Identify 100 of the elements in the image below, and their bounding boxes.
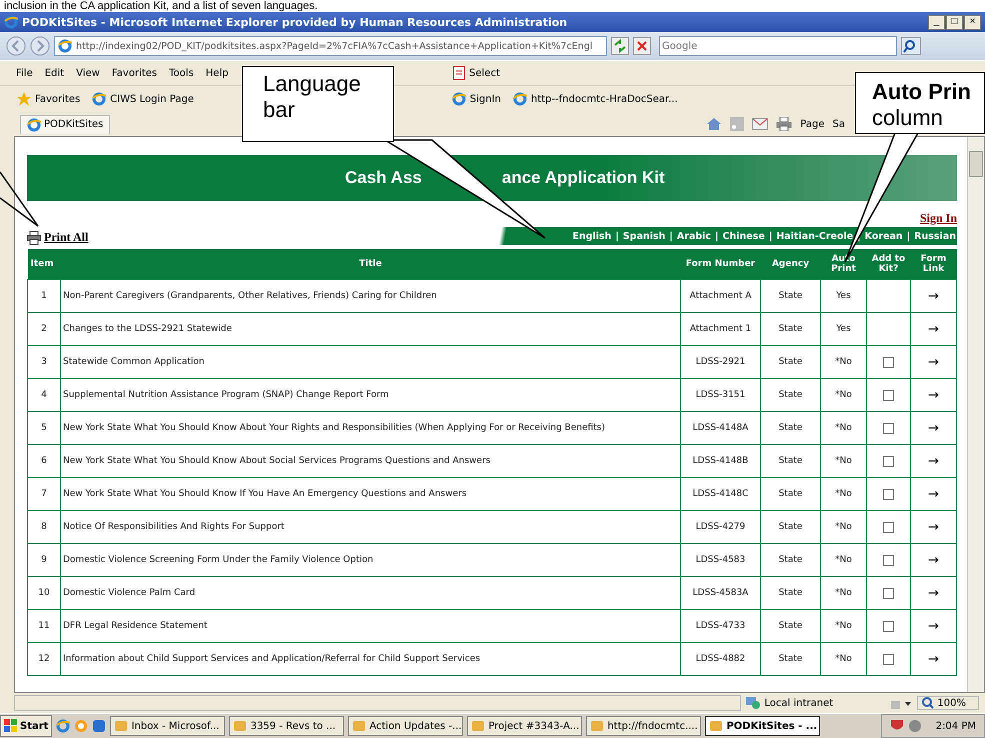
menu-item[interactable]: View [76, 68, 100, 78]
form-link[interactable]: → [928, 486, 939, 502]
table-cell: Information about Child Support Services and Application/Referral for Child Support Services [60, 642, 680, 676]
checkbox[interactable] [883, 356, 894, 368]
taskbar-button[interactable]: 3359 - Revs to ... [229, 716, 344, 736]
page-heading: ance Application Kit [502, 168, 665, 188]
table-cell: 2 [28, 312, 60, 346]
checkbox[interactable] [883, 390, 894, 400]
column-header: Title [60, 249, 680, 280]
checkbox[interactable] [883, 456, 894, 466]
menu-item[interactable]: Favorites [112, 68, 158, 78]
table-cell: *No [820, 346, 866, 378]
back-icon[interactable] [6, 36, 26, 56]
print-all-link[interactable]: Print All [27, 230, 88, 245]
refresh-icon[interactable] [611, 37, 629, 55]
home-icon[interactable] [706, 117, 722, 131]
table-cell: LDSS-4148C [680, 478, 760, 510]
table-cell: Non-Parent Caregivers (Grandparents, Other Relatives, Friends) Caring for Children [60, 280, 680, 312]
table-cell: Changes to the LDSS-2921 Statewide [60, 312, 680, 346]
table-cell: State [760, 610, 820, 642]
app-icon[interactable] [92, 719, 106, 733]
forward-icon[interactable] [30, 36, 50, 56]
form-link[interactable]: → [928, 454, 939, 468]
table-cell: State [760, 478, 820, 510]
form-link[interactable]: → [928, 354, 939, 370]
table-cell: Yes [820, 312, 866, 346]
table-cell: DFR Legal Residence Statement [60, 610, 680, 642]
language-link[interactable]: Spanish [622, 230, 666, 242]
scrollbar[interactable] [967, 137, 984, 692]
search-field[interactable]: Google [659, 36, 897, 56]
menu-item[interactable]: Help [206, 68, 228, 78]
language-link[interactable]: Russian [914, 230, 956, 242]
command-menu[interactable]: Page [800, 118, 825, 130]
table-cell: Statewide Common Application [60, 346, 680, 378]
column-header: Agency [760, 249, 820, 280]
table-cell: LDSS-2921 [680, 346, 760, 378]
window-control-button[interactable]: × [964, 14, 981, 30]
table-cell: State [760, 312, 820, 346]
table-cell: Domestic Violence Palm Card [60, 576, 680, 610]
form-link[interactable]: → [928, 388, 939, 402]
table-cell: Attachment A [680, 280, 760, 312]
menu-item[interactable]: Tools [169, 68, 194, 78]
table-cell: State [760, 510, 820, 544]
address-field[interactable]: http://indexing02/POD_KIT/podkitsites.aspx?PageId=2%7cFIA%7cCash+Assistance+Application+Kit%7cEngl [54, 36, 607, 56]
taskbar-button[interactable]: Action Updates -... [348, 716, 464, 736]
form-link[interactable]: → [928, 420, 939, 436]
zoom-button[interactable]: 100% [917, 696, 979, 710]
table-cell: *No [820, 412, 866, 444]
table-cell: 11 [28, 610, 60, 642]
checkbox[interactable] [883, 620, 894, 632]
app-icon [233, 719, 248, 733]
form-link[interactable]: → [928, 652, 939, 666]
browser-icon [4, 15, 18, 29]
table-cell: LDSS-4148A [680, 412, 760, 444]
checkbox[interactable] [883, 654, 894, 664]
form-link[interactable]: → [928, 552, 939, 568]
scroll-thumb[interactable] [969, 151, 983, 177]
form-link[interactable]: → [928, 322, 939, 336]
form-link[interactable]: → [928, 520, 939, 534]
favorite-link[interactable]: CIWS Login Page [89, 92, 197, 106]
caption-text: inclusion in the CA application Kit, and a list of seven languages. [0, 0, 985, 12]
menu-item[interactable]: File [16, 68, 33, 78]
checkbox[interactable] [883, 588, 894, 598]
magnifier-icon [922, 697, 934, 709]
close-icon[interactable] [633, 37, 651, 55]
table-cell: New York State What You Should Know About Your Rights and Responsibilities (When Applying For or Receiving Benefits) [60, 412, 680, 444]
language-link[interactable]: Haitian-Creole [776, 230, 854, 242]
window-control-button[interactable]: _ [928, 14, 945, 30]
start-button[interactable]: Start [0, 715, 52, 737]
select-button[interactable]: Select [450, 66, 503, 80]
checkbox[interactable] [883, 554, 894, 566]
browser-tab[interactable]: PODKitSites [20, 114, 110, 134]
favorite-link[interactable]: SignIn [448, 92, 504, 106]
checkbox[interactable] [883, 488, 894, 500]
language-link[interactable]: Chinese [722, 230, 765, 242]
language-link[interactable]: English [572, 230, 612, 242]
taskbar-button[interactable]: Inbox - Microsof... [110, 716, 226, 736]
app-icon [709, 719, 724, 733]
language-link[interactable]: Arabic [676, 230, 712, 242]
favorites-button[interactable]: Favorites [14, 92, 84, 106]
sign-in-link[interactable]: Sign In [920, 211, 957, 225]
taskbar-button[interactable]: Project #3343-A... [467, 716, 582, 736]
checkbox[interactable] [883, 522, 894, 532]
window-control-button[interactable]: □ [946, 14, 963, 30]
browser-icon [92, 92, 106, 106]
form-link[interactable]: → [928, 586, 939, 600]
printer-icon[interactable] [776, 117, 792, 131]
table-cell: State [760, 576, 820, 610]
mail-icon[interactable] [752, 118, 768, 130]
printer-icon [27, 230, 41, 244]
menu-item[interactable]: Edit [44, 68, 64, 78]
form-link[interactable]: → [928, 618, 939, 634]
form-link[interactable]: → [928, 288, 939, 304]
language-link[interactable]: Korean [864, 230, 903, 242]
taskbar-button[interactable]: http://fndocmtc.... [586, 716, 702, 736]
search-icon[interactable] [901, 37, 921, 55]
favorite-link[interactable]: http--fndocmtc-HraDocSear... [510, 92, 681, 106]
command-menu[interactable]: Sa [832, 118, 845, 130]
taskbar-button[interactable]: PODKitSites - ... [705, 716, 820, 736]
checkbox[interactable] [883, 422, 894, 434]
